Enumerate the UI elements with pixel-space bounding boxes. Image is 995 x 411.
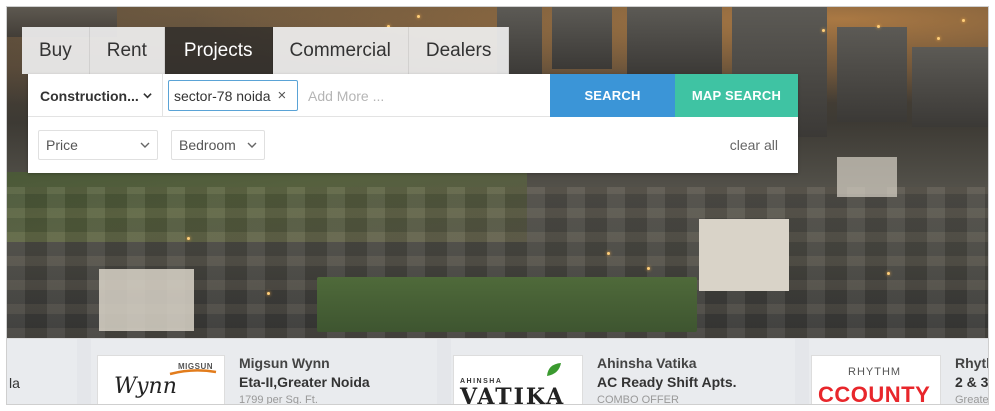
bedroom-dropdown[interactable]: Bedroom xyxy=(171,130,265,160)
light-dot xyxy=(187,237,190,240)
property-type-tabs: Buy Rent Projects Commercial Dealers xyxy=(22,27,510,74)
card-divider xyxy=(77,339,91,404)
card-divider xyxy=(437,339,451,404)
search-button[interactable]: SEARCH xyxy=(550,74,675,117)
tower-building xyxy=(837,27,907,122)
add-more-input[interactable] xyxy=(304,80,544,111)
project-card[interactable]: RHYTHM CCOUNTY Rhytl 2 & 3 Greate xyxy=(809,339,989,405)
logo-brand-text: RHYTHM xyxy=(848,366,902,378)
white-building xyxy=(699,219,789,291)
project-card[interactable]: MIGSUN Wynn Migsun Wynn Eta-II,Greater N… xyxy=(91,339,437,405)
page-frame: Buy Rent Projects Commercial Dealers Con… xyxy=(6,6,989,405)
price-dropdown[interactable]: Price xyxy=(38,130,158,160)
tab-projects[interactable]: Projects xyxy=(164,27,273,74)
card-divider xyxy=(795,339,809,404)
close-icon[interactable]: × xyxy=(278,87,287,104)
tab-label: Dealers xyxy=(425,39,492,61)
construction-status-label: Construction... xyxy=(40,87,139,104)
search-row: Construction... sector-78 noida × SEARCH… xyxy=(28,74,798,117)
tower-building xyxy=(912,47,988,127)
tab-commercial[interactable]: Commercial xyxy=(272,27,409,74)
map-search-button[interactable]: MAP SEARCH xyxy=(675,74,798,117)
partial-card-text: la xyxy=(9,375,20,391)
light-dot xyxy=(877,25,880,28)
location-chip-label: sector-78 noida xyxy=(174,87,271,104)
project-logo: RHYTHM CCOUNTY xyxy=(811,355,941,405)
logo-wordmark: CCOUNTY xyxy=(818,382,931,405)
light-dot xyxy=(267,292,270,295)
project-location: Greate xyxy=(955,394,989,405)
project-price: 1799 per Sq. Ft. xyxy=(239,394,318,405)
light-dot xyxy=(962,19,965,22)
clear-all-link[interactable]: clear all xyxy=(730,137,778,153)
project-tagline: AC Ready Shift Apts. xyxy=(597,374,737,390)
light-dot xyxy=(647,267,650,270)
tab-label: Rent xyxy=(106,39,147,61)
tab-buy[interactable]: Buy xyxy=(22,27,90,74)
search-panel: Construction... sector-78 noida × SEARCH… xyxy=(28,74,798,173)
tab-dealers[interactable]: Dealers xyxy=(408,27,510,74)
price-label: Price xyxy=(46,137,78,153)
light-dot xyxy=(887,272,890,275)
construction-status-dropdown[interactable]: Construction... xyxy=(28,74,163,117)
tab-label: Commercial xyxy=(289,39,391,61)
tab-label: Projects xyxy=(183,39,253,61)
project-card[interactable]: AHINSHA VATIKA Ahinsha Vatika AC Ready S… xyxy=(451,339,795,405)
project-title: Migsun Wynn xyxy=(239,355,330,371)
leaf-icon xyxy=(547,363,561,376)
light-dot xyxy=(607,252,610,255)
chevron-down-icon xyxy=(143,93,152,99)
light-dot xyxy=(822,29,825,32)
logo-wordmark: VATIKA xyxy=(460,384,566,405)
project-logo: AHINSHA VATIKA xyxy=(453,355,583,405)
project-location: Eta-II,Greater Noida xyxy=(239,374,370,390)
tower-building xyxy=(552,7,612,69)
tab-label: Buy xyxy=(39,39,72,61)
tower-building xyxy=(627,7,722,75)
park-field xyxy=(317,277,697,332)
project-tagline: 2 & 3 xyxy=(955,374,989,390)
chevron-down-icon xyxy=(140,142,150,148)
white-building xyxy=(99,269,194,331)
light-dot xyxy=(417,15,420,18)
tab-rent[interactable]: Rent xyxy=(89,27,165,74)
bedroom-label: Bedroom xyxy=(179,137,236,153)
location-chip: sector-78 noida × xyxy=(168,80,298,111)
project-card-partial[interactable]: la xyxy=(7,339,77,404)
light-dot xyxy=(937,37,940,40)
project-offer: COMBO OFFER xyxy=(597,394,679,405)
project-title: Rhytl xyxy=(955,355,989,371)
project-logo: MIGSUN Wynn xyxy=(97,355,225,404)
logo-wordmark: Wynn xyxy=(114,374,177,399)
chevron-down-icon xyxy=(247,142,257,148)
white-building xyxy=(837,157,897,197)
featured-projects-strip: la MIGSUN Wynn Migsun Wynn Eta-II,Greate… xyxy=(7,338,989,405)
project-title: Ahinsha Vatika xyxy=(597,355,697,371)
